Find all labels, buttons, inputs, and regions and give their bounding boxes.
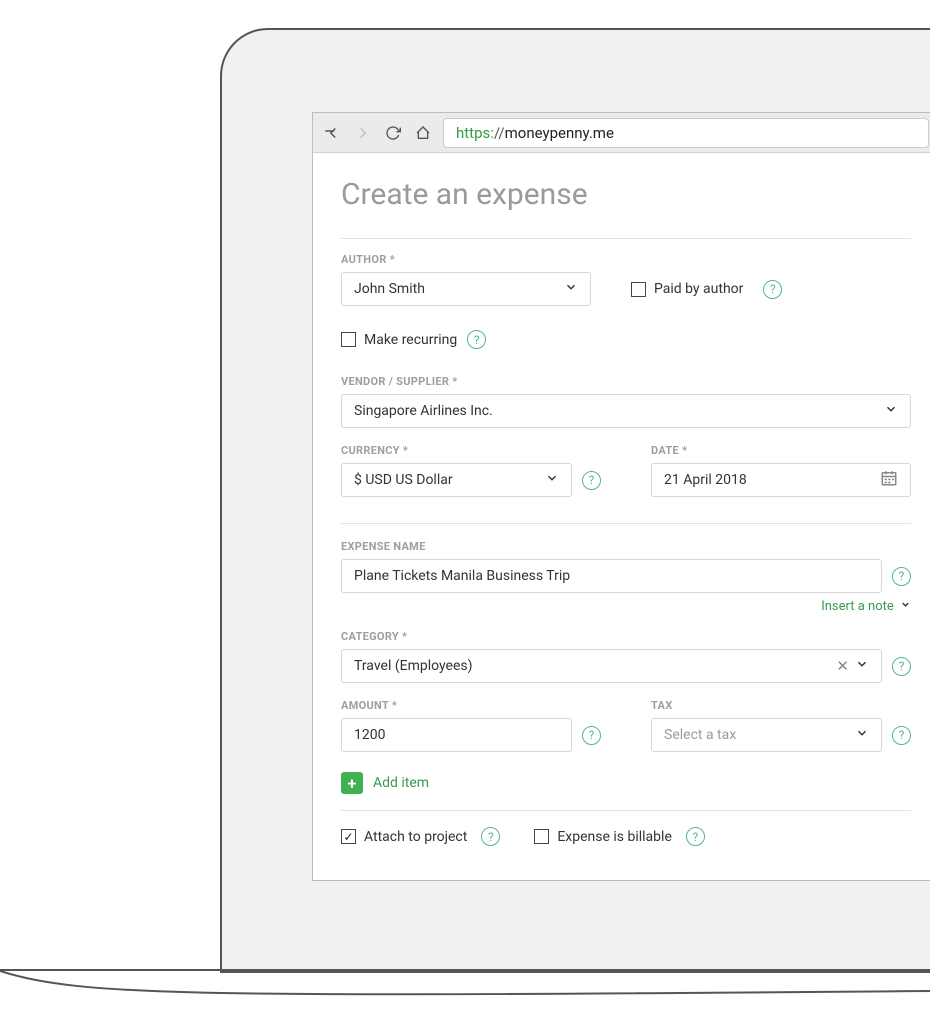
currency-select[interactable]: $ USD US Dollar bbox=[341, 463, 572, 497]
author-select[interactable]: John Smith bbox=[341, 272, 591, 306]
url-host: moneypenny.me bbox=[505, 124, 614, 142]
reload-icon[interactable] bbox=[383, 123, 403, 143]
currency-value: $ USD US Dollar bbox=[354, 472, 453, 488]
calendar-icon bbox=[880, 469, 898, 492]
plus-icon: + bbox=[341, 772, 363, 794]
expense-name-input-wrap bbox=[341, 559, 882, 593]
chevron-down-icon bbox=[900, 599, 911, 613]
vendor-value: Singapore Airlines Inc. bbox=[354, 403, 493, 419]
help-icon[interactable]: ? bbox=[467, 330, 486, 349]
chevron-down-icon bbox=[545, 471, 559, 489]
checkbox-icon bbox=[341, 332, 356, 347]
laptop-bezel: https://moneypenny.me Create an expense … bbox=[220, 28, 930, 973]
chevron-down-icon bbox=[884, 402, 898, 420]
checkbox-checked-icon bbox=[341, 829, 356, 844]
expense-billable-checkbox[interactable]: Expense is billable bbox=[534, 829, 672, 845]
category-select[interactable]: Travel (Employees) ✕ bbox=[341, 649, 882, 683]
expense-name-label: EXPENSE NAME bbox=[341, 540, 911, 553]
expense-billable-label: Expense is billable bbox=[557, 829, 672, 845]
author-value: John Smith bbox=[354, 281, 425, 297]
vendor-select[interactable]: Singapore Airlines Inc. bbox=[341, 394, 911, 428]
date-label: DATE * bbox=[651, 444, 911, 457]
checkbox-icon bbox=[631, 282, 646, 297]
amount-input-wrap bbox=[341, 718, 572, 752]
back-icon[interactable] bbox=[323, 123, 343, 143]
help-icon[interactable]: ? bbox=[481, 827, 500, 846]
checkbox-icon bbox=[534, 829, 549, 844]
home-icon[interactable] bbox=[413, 123, 433, 143]
help-icon[interactable]: ? bbox=[763, 280, 782, 299]
url-sep: // bbox=[494, 124, 505, 142]
make-recurring-label: Make recurring bbox=[364, 332, 457, 348]
add-item-button[interactable]: + Add item bbox=[341, 772, 911, 794]
chevron-down-icon bbox=[855, 726, 869, 744]
attach-to-project-checkbox[interactable]: Attach to project bbox=[341, 829, 467, 845]
help-icon[interactable]: ? bbox=[686, 827, 705, 846]
laptop-base-curve bbox=[0, 969, 930, 999]
page-content: Create an expense AUTHOR * John Smith Pa… bbox=[313, 153, 930, 856]
chevron-down-icon bbox=[855, 657, 869, 675]
help-icon[interactable]: ? bbox=[892, 657, 911, 676]
forward-icon bbox=[353, 123, 373, 143]
attach-to-project-label: Attach to project bbox=[364, 829, 467, 845]
section-divider bbox=[341, 523, 911, 524]
category-label: CATEGORY * bbox=[341, 630, 911, 643]
url-protocol: https: bbox=[456, 124, 494, 142]
help-icon[interactable]: ? bbox=[582, 471, 601, 490]
make-recurring-checkbox[interactable]: Make recurring bbox=[341, 332, 457, 348]
vendor-label: VENDOR / SUPPLIER * bbox=[341, 375, 911, 388]
help-icon[interactable]: ? bbox=[892, 567, 911, 586]
currency-label: CURRENCY * bbox=[341, 444, 601, 457]
chevron-down-icon bbox=[564, 280, 578, 298]
tax-label: TAX bbox=[651, 699, 911, 712]
insert-note-link[interactable]: Insert a note bbox=[341, 599, 911, 614]
clear-icon[interactable]: ✕ bbox=[836, 657, 849, 675]
help-icon[interactable]: ? bbox=[582, 726, 601, 745]
browser-toolbar: https://moneypenny.me bbox=[313, 113, 930, 153]
add-item-label: Add item bbox=[373, 775, 429, 791]
section-divider bbox=[341, 810, 911, 811]
tax-select[interactable]: Select a tax bbox=[651, 718, 882, 752]
title-divider bbox=[341, 238, 911, 239]
help-icon[interactable]: ? bbox=[892, 726, 911, 745]
category-value: Travel (Employees) bbox=[354, 658, 472, 674]
paid-by-author-checkbox[interactable]: Paid by author bbox=[631, 281, 743, 297]
url-bar[interactable]: https://moneypenny.me bbox=[443, 118, 929, 148]
tax-placeholder: Select a tax bbox=[664, 727, 736, 743]
date-value: 21 April 2018 bbox=[664, 472, 747, 488]
page-title: Create an expense bbox=[341, 177, 911, 212]
screen: https://moneypenny.me Create an expense … bbox=[312, 112, 930, 881]
paid-by-author-label: Paid by author bbox=[654, 281, 743, 297]
date-input[interactable]: 21 April 2018 bbox=[651, 463, 911, 497]
expense-name-input[interactable] bbox=[354, 568, 869, 584]
author-label: AUTHOR * bbox=[341, 253, 911, 266]
amount-input[interactable] bbox=[354, 727, 559, 743]
amount-label: AMOUNT * bbox=[341, 699, 601, 712]
